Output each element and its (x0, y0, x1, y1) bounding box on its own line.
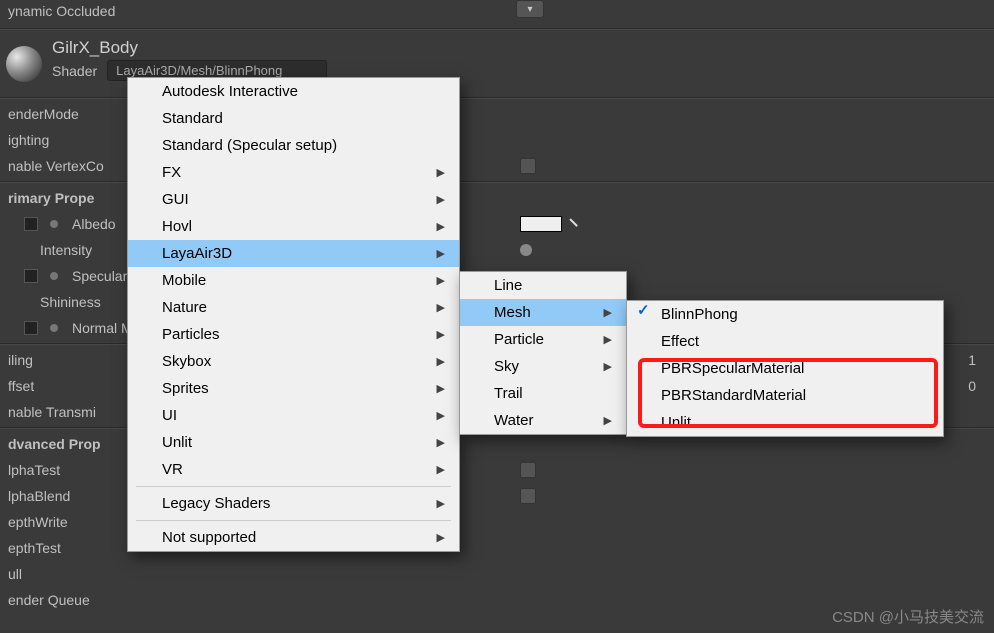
alpha-test-checkbox[interactable] (520, 462, 536, 478)
shininess-label: Shininess (40, 294, 101, 310)
alpha-blend-checkbox[interactable] (520, 488, 536, 504)
chevron-right-icon: ▶ (437, 193, 445, 206)
render-mode-label: enderMode (8, 106, 79, 122)
watermark-text: CSDN @小马技美交流 (832, 606, 984, 627)
menu-item-legacy[interactable]: Legacy Shaders▶ (128, 490, 459, 517)
chevron-right-icon: ▶ (437, 531, 445, 544)
menu-item-particles[interactable]: Particles▶ (128, 321, 459, 348)
chevron-right-icon: ▶ (437, 220, 445, 233)
offset-label: ffset (8, 378, 34, 394)
material-name: GilrX_Body (52, 38, 335, 58)
menu-item-autodesk[interactable]: Autodesk Interactive (128, 78, 459, 105)
menu-item-nature[interactable]: Nature▶ (128, 294, 459, 321)
menu-item-effect[interactable]: Effect (627, 328, 943, 355)
depth-write-label: epthWrite (8, 514, 68, 530)
chevron-right-icon: ▶ (604, 414, 612, 427)
shader-category-menu: Autodesk Interactive Standard Standard (… (127, 77, 460, 552)
specular-texture-slot[interactable] (24, 269, 38, 283)
menu-item-vr[interactable]: VR▶ (128, 456, 459, 483)
specular-label: Specular (72, 268, 127, 284)
intensity-label: Intensity (40, 242, 92, 258)
menu-item-unlit-mesh[interactable]: Unlit (627, 409, 943, 436)
menu-item-unlit[interactable]: Unlit▶ (128, 429, 459, 456)
menu-item-layaair3d[interactable]: LayaAir3D▶ (128, 240, 459, 267)
menu-item-line[interactable]: Line (460, 272, 626, 299)
enable-vertex-label: nable VertexCo (8, 158, 104, 174)
specular-indicator-icon (50, 272, 58, 280)
enable-vertex-checkbox[interactable] (520, 158, 536, 174)
tiling-label: iling (8, 352, 33, 368)
menu-item-standard-specular[interactable]: Standard (Specular setup) (128, 132, 459, 159)
eyedropper-icon[interactable] (565, 214, 585, 234)
chevron-right-icon: ▶ (437, 382, 445, 395)
menu-item-trail[interactable]: Trail (460, 380, 626, 407)
chevron-right-icon: ▶ (604, 360, 612, 373)
chevron-right-icon: ▶ (437, 436, 445, 449)
chevron-right-icon: ▶ (437, 166, 445, 179)
lighting-label: ighting (8, 132, 49, 148)
chevron-right-icon: ▶ (437, 355, 445, 368)
normal-indicator-icon (50, 324, 58, 332)
advanced-properties-header: dvanced Prop (8, 436, 101, 452)
menu-item-ui[interactable]: UI▶ (128, 402, 459, 429)
dropdown-button[interactable]: ▾ (516, 0, 544, 18)
cull-label: ull (8, 566, 22, 582)
mesh-submenu: ✓ BlinnPhong Effect PBRSpecularMaterial … (626, 300, 944, 437)
tiling-value: 1 (968, 352, 976, 368)
material-preview-icon (6, 46, 42, 82)
chevron-right-icon: ▶ (437, 409, 445, 422)
alpha-blend-label: lphaBlend (8, 488, 70, 504)
chevron-right-icon: ▶ (437, 247, 445, 260)
normal-texture-slot[interactable] (24, 321, 38, 335)
albedo-color-swatch[interactable] (520, 216, 562, 232)
menu-item-mobile[interactable]: Mobile▶ (128, 267, 459, 294)
chevron-right-icon: ▶ (604, 306, 612, 319)
primary-properties-header: rimary Prope (8, 190, 94, 206)
menu-item-blinnphong[interactable]: BlinnPhong (627, 301, 943, 328)
menu-item-particle[interactable]: Particle▶ (460, 326, 626, 353)
menu-item-pbr-specular[interactable]: PBRSpecularMaterial (627, 355, 943, 382)
albedo-texture-slot[interactable] (24, 217, 38, 231)
layaair3d-submenu: Line Mesh▶ Particle▶ Sky▶ Trail Water▶ (459, 271, 627, 435)
menu-item-standard[interactable]: Standard (128, 105, 459, 132)
menu-divider (136, 486, 451, 487)
chevron-right-icon: ▶ (437, 463, 445, 476)
chevron-right-icon: ▶ (604, 333, 612, 346)
chevron-right-icon: ▶ (437, 497, 445, 510)
alpha-test-label: lphaTest (8, 462, 60, 478)
divider (0, 28, 994, 30)
menu-item-not-supported[interactable]: Not supported▶ (128, 524, 459, 551)
menu-item-fx[interactable]: FX▶ (128, 159, 459, 186)
albedo-indicator-icon (50, 220, 58, 228)
render-queue-label: ender Queue (8, 592, 90, 608)
menu-item-water[interactable]: Water▶ (460, 407, 626, 434)
dynamic-occluded-label: ynamic Occluded (8, 3, 115, 19)
menu-item-pbr-standard[interactable]: PBRStandardMaterial (627, 382, 943, 409)
menu-item-gui[interactable]: GUI▶ (128, 186, 459, 213)
chevron-right-icon: ▶ (437, 274, 445, 287)
depth-test-label: epthTest (8, 540, 61, 556)
shader-label: Shader (52, 63, 97, 79)
menu-item-sprites[interactable]: Sprites▶ (128, 375, 459, 402)
menu-item-skybox[interactable]: Skybox▶ (128, 348, 459, 375)
menu-divider (136, 520, 451, 521)
intensity-slider[interactable] (520, 244, 532, 256)
chevron-right-icon: ▶ (437, 301, 445, 314)
albedo-label: Albedo (72, 216, 116, 232)
menu-item-hovl[interactable]: Hovl▶ (128, 213, 459, 240)
offset-value: 0 (968, 378, 976, 394)
menu-item-mesh[interactable]: Mesh▶ (460, 299, 626, 326)
chevron-right-icon: ▶ (437, 328, 445, 341)
enable-transmission-label: nable Transmi (8, 404, 96, 420)
menu-item-sky[interactable]: Sky▶ (460, 353, 626, 380)
checkmark-icon: ✓ (637, 301, 650, 319)
